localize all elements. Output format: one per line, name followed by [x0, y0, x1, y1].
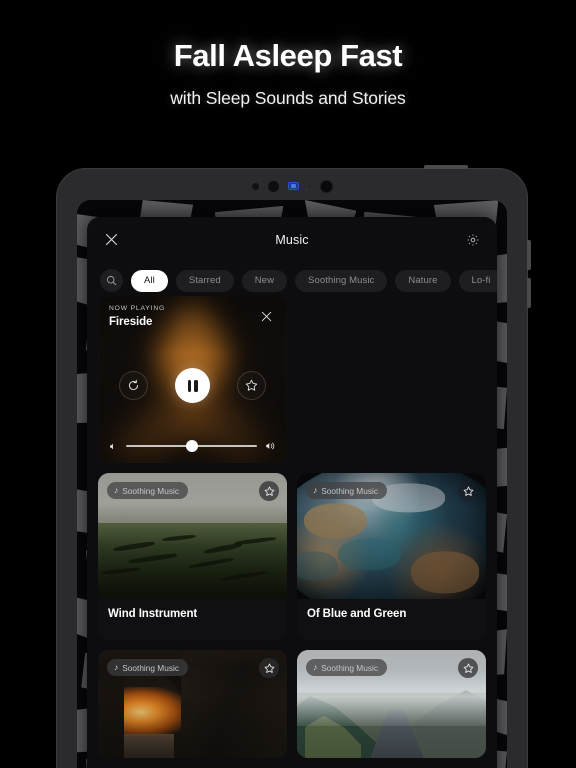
volume-thumb[interactable] — [185, 440, 198, 452]
now-playing-label: NOW PLAYING — [109, 305, 166, 312]
now-playing-header: NOW PLAYING Fireside — [109, 305, 277, 328]
card-category-label: Soothing Music — [122, 485, 179, 496]
library-grid: NOW PLAYING Fireside ♪ Soothing Music Wi… — [98, 296, 486, 758]
library-card-misty-fjord[interactable]: ♪ Soothing Music — [297, 650, 486, 758]
star-outline-icon[interactable] — [237, 371, 266, 400]
close-icon[interactable] — [255, 305, 277, 327]
library-card-wind-instrument[interactable]: ♪ Soothing Music Wind Instrument — [98, 473, 287, 640]
power-button[interactable] — [424, 165, 468, 169]
card-category-badge: ♪ Soothing Music — [107, 482, 188, 499]
pause-icon[interactable] — [175, 368, 210, 403]
filter-chip-all[interactable]: All — [131, 269, 168, 292]
playback-controls — [98, 368, 287, 403]
filter-chips-row[interactable]: All Starred New Soothing Music Nature Lo… — [87, 262, 497, 296]
library-content: NOW PLAYING Fireside ♪ Soothing Music Wi… — [87, 296, 497, 768]
volume-low-icon — [110, 443, 113, 449]
library-card-sea-cave[interactable]: ♪ Soothing Music — [98, 650, 287, 758]
app-header: Music — [87, 217, 497, 262]
promo-block: Fall Asleep Fast with Sleep Sounds and S… — [0, 0, 576, 109]
music-app-panel: Music All Starred New Soothing Music Nat… — [87, 217, 497, 768]
volume-down-button[interactable] — [527, 278, 531, 308]
volume-up-button[interactable] — [527, 240, 531, 270]
card-thumbnail: ♪ Soothing Music — [297, 473, 486, 599]
pause-bar-left — [187, 379, 191, 392]
card-category-badge: ♪ Soothing Music — [306, 659, 387, 676]
filter-chip-new[interactable]: New — [241, 269, 288, 292]
grid-empty-cell — [297, 296, 486, 463]
filter-chip-lofi[interactable]: Lo-fi — [458, 269, 497, 292]
volume-slider[interactable] — [109, 440, 276, 452]
card-thumbnail: ♪ Soothing Music — [297, 650, 486, 758]
library-card-of-blue-and-green[interactable]: ♪ Soothing Music Of Blue and Green — [297, 473, 486, 640]
now-playing-track-title: Fireside — [109, 316, 153, 328]
star-outline-icon[interactable] — [458, 481, 478, 501]
filter-chip-nature[interactable]: Nature — [395, 269, 451, 292]
gear-icon[interactable] — [462, 229, 484, 251]
promo-title: Fall Asleep Fast — [173, 38, 403, 73]
card-thumbnail: ♪ Soothing Music — [98, 473, 287, 599]
star-outline-icon[interactable] — [259, 658, 279, 678]
filter-chip-starred[interactable]: Starred — [175, 269, 234, 292]
card-title: Wind Instrument — [108, 608, 198, 620]
search-input[interactable] — [100, 269, 123, 292]
card-title: Of Blue and Green — [307, 608, 407, 620]
card-category-label: Soothing Music — [321, 485, 378, 496]
now-playing-card[interactable]: NOW PLAYING Fireside — [98, 296, 287, 463]
tablet-screen: Music All Starred New Soothing Music Nat… — [77, 200, 507, 768]
camera-lens-icon — [267, 180, 279, 192]
tablet-device-frame: Music All Starred New Soothing Music Nat… — [56, 165, 531, 768]
camera-lens-large-icon — [319, 179, 333, 193]
music-note-icon: ♪ — [313, 662, 318, 673]
card-category-badge: ♪ Soothing Music — [306, 482, 387, 499]
loop-icon[interactable] — [119, 371, 148, 400]
card-thumbnail: ♪ Soothing Music — [98, 650, 287, 758]
filter-chip-soothing-music[interactable]: Soothing Music — [295, 269, 388, 292]
card-category-label: Soothing Music — [321, 662, 378, 673]
card-category-badge: ♪ Soothing Music — [107, 659, 188, 676]
music-note-icon: ♪ — [313, 485, 318, 496]
music-note-icon: ♪ — [114, 485, 119, 496]
card-category-label: Soothing Music — [122, 662, 179, 673]
promo-subtitle: with Sleep Sounds and Stories — [170, 87, 406, 108]
music-note-icon: ♪ — [114, 662, 119, 673]
close-icon[interactable] — [100, 229, 122, 251]
promo-screenshot: Fall Asleep Fast with Sleep Sounds and S… — [0, 0, 576, 768]
star-outline-icon[interactable] — [259, 481, 279, 501]
face-sensor-icon — [287, 182, 299, 190]
page-title: Music — [275, 232, 309, 247]
volume-high-icon — [266, 442, 275, 450]
camera-dot-icon — [251, 182, 259, 190]
pause-bar-right — [194, 379, 198, 392]
star-outline-icon[interactable] — [458, 658, 478, 678]
volume-track[interactable] — [126, 440, 257, 452]
camera-bar — [56, 176, 528, 196]
indicator-dot-icon — [307, 184, 311, 188]
